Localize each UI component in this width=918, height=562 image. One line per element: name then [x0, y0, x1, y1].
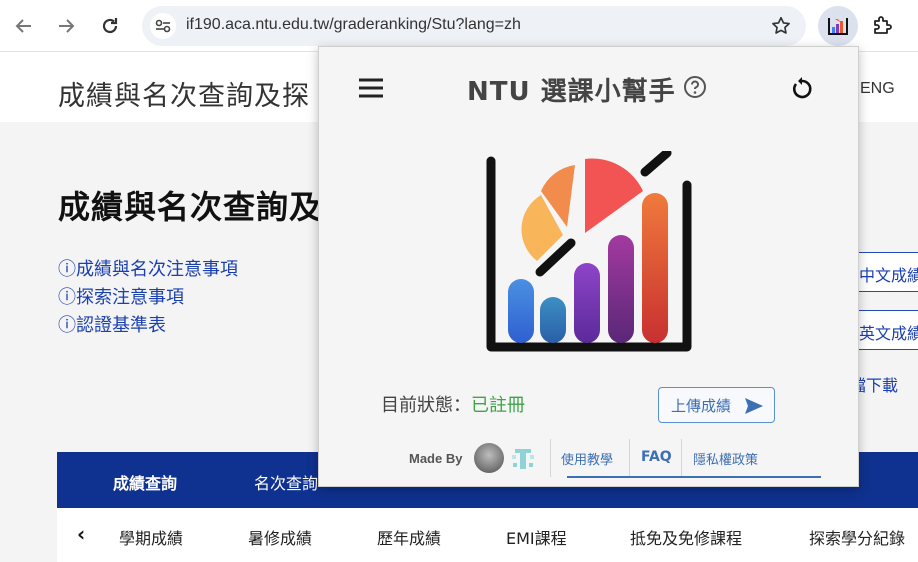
chart-logo-icon: [486, 151, 692, 352]
info-link-explore-notice[interactable]: ⓘ探索注意事項: [58, 284, 238, 312]
send-icon: [745, 398, 763, 414]
footer-underline: [567, 476, 821, 478]
author-avatar[interactable]: [474, 443, 504, 473]
sub-tabs: ‹ 學期成績 暑修成績 歷年成績 EMI課程 抵免及免修課程 探索學分紀錄: [57, 508, 918, 562]
status-text: 目前狀態：已註冊: [381, 391, 525, 417]
address-bar[interactable]: if190.aca.ntu.edu.tw/graderanking/Stu?la…: [142, 6, 806, 46]
bookmark-star-icon[interactable]: [770, 15, 792, 37]
english-transcript-button[interactable]: 英文成績: [850, 310, 918, 350]
upload-grades-button[interactable]: 上傳成績: [658, 387, 775, 423]
author-logo-icon[interactable]: [509, 445, 537, 473]
reload-button[interactable]: [94, 10, 126, 42]
tab-grade-query[interactable]: 成績查詢: [113, 470, 177, 494]
help-icon[interactable]: [683, 75, 707, 99]
subtab-exemption[interactable]: 抵免及免修課程: [630, 525, 742, 549]
menu-icon[interactable]: [357, 77, 385, 99]
info-icon: ⓘ: [58, 259, 76, 280]
info-icon: ⓘ: [58, 315, 76, 336]
forward-button[interactable]: [50, 10, 82, 42]
subtab-emi[interactable]: EMI課程: [506, 525, 567, 549]
footer-divider: [681, 439, 682, 477]
info-link-grade-notice[interactable]: ⓘ成績與名次注意事項: [58, 256, 238, 284]
subtab-summer[interactable]: 暑修成績: [248, 525, 312, 549]
info-link-standards[interactable]: ⓘ認證基準表: [58, 312, 238, 340]
tutorial-link[interactable]: 使用教學: [561, 449, 613, 468]
chinese-transcript-button[interactable]: 中文成績: [850, 252, 918, 292]
subtab-semester[interactable]: 學期成績: [119, 525, 183, 549]
extensions-button[interactable]: [866, 10, 898, 42]
subtab-explore-credits[interactable]: 探索學分紀錄: [809, 525, 905, 549]
site-settings-icon[interactable]: [150, 13, 176, 39]
info-icon: ⓘ: [58, 287, 76, 308]
page-title: 成績與名次查詢及: [58, 188, 323, 226]
tab-rank-query[interactable]: 名次查詢: [254, 470, 318, 494]
refresh-icon[interactable]: [789, 75, 815, 101]
url-text[interactable]: if190.aca.ntu.edu.tw/graderanking/Stu?la…: [186, 16, 521, 34]
faq-link[interactable]: FAQ: [641, 449, 672, 465]
subtab-history[interactable]: 歷年成績: [377, 525, 441, 549]
info-links: ⓘ成績與名次注意事項 ⓘ探索注意事項 ⓘ認證基準表: [58, 256, 238, 340]
status-label: 目前狀態：: [381, 395, 471, 416]
extension-chart-button[interactable]: [818, 6, 858, 46]
upload-grades-label: 上傳成績: [671, 397, 732, 415]
footer-divider: [629, 439, 630, 477]
language-switch-link[interactable]: ENG: [860, 80, 895, 98]
popup-title: NTU 選課小幫手: [467, 77, 676, 107]
extension-popup: NTU 選課小幫手 目前狀態：已註冊 上傳成績 Made By 使用教學 FAQ…: [318, 46, 859, 487]
footer-divider: [550, 439, 551, 477]
back-button[interactable]: [8, 10, 40, 42]
arrow-right-icon: [59, 19, 75, 33]
arrow-left-icon: [15, 19, 31, 33]
puzzle-icon: [874, 16, 892, 34]
privacy-policy-link[interactable]: 隱私權政策: [693, 449, 758, 468]
reload-icon: [102, 18, 118, 34]
browser-toolbar: if190.aca.ntu.edu.tw/graderanking/Stu?la…: [0, 0, 918, 52]
popup-footer: Made By 使用教學 FAQ 隱私權政策: [319, 439, 860, 485]
chart-extension-icon: [828, 18, 848, 35]
status-value: 已註冊: [471, 395, 525, 416]
site-header-title: 成績與名次查詢及探: [58, 81, 310, 112]
subtabs-prev-icon[interactable]: ‹: [77, 522, 85, 546]
made-by-label: Made By: [409, 451, 463, 466]
